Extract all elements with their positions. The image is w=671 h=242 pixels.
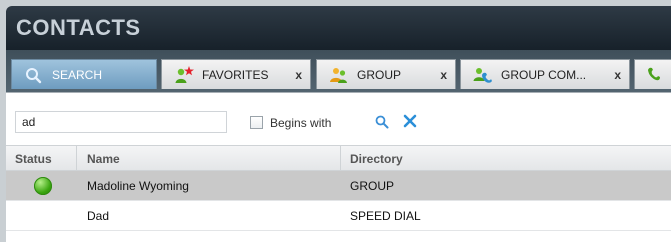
contact-directory: SPEED DIAL: [350, 209, 421, 223]
group-icon: [329, 66, 349, 84]
search-icon[interactable]: [374, 114, 390, 130]
tab-group-common[interactable]: GROUP COM... x: [460, 59, 630, 89]
search-input[interactable]: [15, 111, 227, 133]
tab-group-label: GROUP: [357, 67, 402, 82]
tab-strip: SEARCH FAVORITES x GROUP x GROUP COM... …: [6, 50, 671, 92]
column-divider: [76, 146, 77, 172]
close-group-common-tab-icon[interactable]: x: [614, 68, 621, 82]
tab-group[interactable]: GROUP x: [316, 59, 456, 89]
title-bar: CONTACTS: [6, 6, 671, 50]
close-favorites-tab-icon[interactable]: x: [295, 68, 302, 82]
favorites-icon: [174, 65, 194, 84]
contacts-window: CONTACTS SEARCH FAVORITES x GROUP x GROU…: [0, 0, 671, 242]
table-row[interactable]: Madoline Wyoming GROUP: [6, 171, 671, 201]
table-row[interactable]: Dad SPEED DIAL: [6, 201, 671, 231]
column-header-status[interactable]: Status: [15, 152, 52, 166]
tab-search[interactable]: SEARCH: [11, 59, 157, 89]
column-header-directory[interactable]: Directory: [350, 152, 403, 166]
tab-favorites[interactable]: FAVORITES x: [161, 59, 311, 89]
tab-favorites-label: FAVORITES: [202, 67, 269, 82]
tab-search-label: SEARCH: [52, 67, 103, 82]
tab-overflow-partial[interactable]: [634, 59, 671, 89]
phone-contacts-icon: [645, 66, 665, 84]
close-group-tab-icon[interactable]: x: [440, 68, 447, 82]
begins-with-checkbox[interactable]: [250, 116, 263, 129]
table-header: Status Name Directory: [6, 145, 671, 172]
column-header-name[interactable]: Name: [87, 152, 120, 166]
group-common-icon: [473, 66, 493, 84]
window-title: CONTACTS: [16, 15, 141, 40]
column-divider: [340, 146, 341, 172]
contact-name: Dad: [87, 209, 110, 223]
contact-name: Madoline Wyoming: [87, 179, 189, 193]
tab-group-common-label: GROUP COM...: [501, 67, 587, 82]
contact-directory: GROUP: [350, 179, 395, 193]
begins-with-label: Begins with: [270, 116, 332, 130]
search-icon: [24, 66, 44, 84]
presence-online-icon: [34, 177, 52, 195]
search-panel: Begins with Status Name Directory: [6, 92, 671, 242]
clear-icon[interactable]: [402, 113, 418, 129]
